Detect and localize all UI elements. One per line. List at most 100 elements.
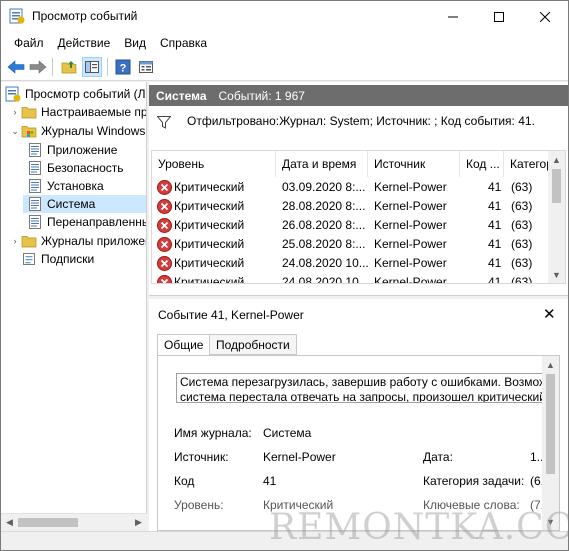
- critical-error-icon: [157, 256, 172, 271]
- filter-text: Отфильтровано:Журнал: System; Источник: …: [187, 114, 535, 128]
- description-line: Система перезагрузилась, завершив работу…: [180, 375, 551, 389]
- properties-icon: [139, 61, 153, 73]
- column-header-category[interactable]: Категор...: [504, 151, 563, 177]
- event-count: Событий: 1 967: [218, 88, 305, 103]
- cell-level: Критический: [174, 256, 245, 270]
- details-vertical-scrollbar[interactable]: ▲ ▼: [542, 356, 559, 530]
- expand-chevron-icon[interactable]: ›: [9, 107, 21, 117]
- tree-item-application[interactable]: Приложение: [27, 141, 117, 159]
- scroll-up-icon[interactable]: ▲: [543, 357, 558, 372]
- close-button[interactable]: [522, 1, 568, 32]
- scroll-thumb[interactable]: [552, 169, 561, 203]
- maximize-button[interactable]: [476, 1, 522, 32]
- back-button[interactable]: [6, 57, 26, 77]
- back-arrow-icon: [7, 60, 25, 74]
- cell-category: (63): [511, 237, 533, 251]
- cell-source: Kernel-Power: [374, 275, 447, 284]
- cell-category: (63): [511, 218, 533, 232]
- tree-item-forwarded-events[interactable]: Перенаправленные события: [27, 213, 147, 231]
- forward-button[interactable]: [28, 57, 48, 77]
- show-hide-tree-icon: [85, 61, 99, 73]
- svg-text:?: ?: [120, 63, 127, 75]
- tree-item-setup[interactable]: Установка: [27, 177, 104, 195]
- tab-general[interactable]: Общие: [157, 334, 211, 356]
- cell-event-id: 41: [488, 256, 502, 270]
- table-row[interactable]: Критический 26.08.2020 8:... Kernel-Powe…: [152, 216, 548, 235]
- folder-icon: [21, 236, 37, 248]
- tree-item-label: Система: [47, 197, 96, 211]
- tree-item-label: Приложение: [47, 143, 118, 157]
- event-details-header: Событие 41, Kernel-Power ✕: [149, 303, 568, 325]
- tree-item-system[interactable]: Система: [23, 195, 146, 213]
- table-row[interactable]: Критический 28.08.2020 8:... Kernel-Powe…: [152, 197, 548, 216]
- close-details-icon[interactable]: ✕: [543, 305, 556, 323]
- menu-view[interactable]: Вид: [117, 36, 153, 50]
- critical-error-icon: [157, 237, 172, 252]
- event-id-label: Код: [174, 474, 195, 488]
- cell-level: Критический: [174, 218, 245, 232]
- log-name-value: Система: [263, 426, 312, 440]
- critical-error-icon: [157, 199, 172, 214]
- scroll-down-icon[interactable]: ▼: [549, 267, 564, 282]
- events-table: Уровень Дата и время Источник Код ... Ка…: [151, 150, 566, 284]
- cell-date: 26.08.2020 8:...: [282, 218, 366, 232]
- toolbar-separator: [107, 58, 108, 76]
- cell-level: Критический: [174, 237, 245, 251]
- tree-item-custom-views[interactable]: › Настраиваемые представления: [9, 103, 147, 121]
- folder-icon: [21, 107, 37, 119]
- folder-up-button[interactable]: [59, 57, 79, 77]
- log-name-label: Имя журнала:: [174, 426, 252, 440]
- tree-horizontal-scrollbar[interactable]: ◀ ▶: [1, 513, 147, 530]
- properties-button[interactable]: [136, 57, 156, 77]
- subscriptions-icon: [23, 253, 35, 265]
- toolbar: ?: [1, 53, 568, 81]
- critical-error-icon: [157, 275, 172, 283]
- cell-event-id: 41: [488, 237, 502, 251]
- collapse-chevron-icon[interactable]: ⌄: [9, 126, 21, 137]
- table-row[interactable]: Критический 24.08.2020 10... Kernel-Powe…: [152, 254, 548, 273]
- expand-chevron-icon[interactable]: ›: [9, 236, 21, 246]
- menu-file[interactable]: Файл: [7, 36, 51, 50]
- tree-item-security[interactable]: Безопасность: [27, 159, 124, 177]
- scroll-thumb[interactable]: [18, 518, 78, 527]
- filter-icon: [157, 116, 171, 129]
- critical-error-icon: [157, 180, 172, 195]
- scroll-right-icon[interactable]: ▶: [131, 515, 146, 530]
- general-tab-panel: Система перезагрузилась, завершив работу…: [157, 355, 560, 531]
- help-button[interactable]: ?: [113, 57, 133, 77]
- tab-details[interactable]: Подробности: [209, 334, 297, 355]
- menu-action[interactable]: Действие: [51, 36, 118, 50]
- minimize-button[interactable]: [430, 1, 476, 32]
- tree-item-subscriptions[interactable]: Подписки: [21, 250, 94, 268]
- show-hide-tree-button[interactable]: [82, 57, 102, 77]
- main-pane: Система Событий: 1 967 Отфильтровано:Жур…: [149, 82, 568, 531]
- tree-item-app-service-logs[interactable]: › Журналы приложений и служб: [9, 232, 147, 250]
- tree-item-label: Перенаправленные события: [47, 215, 147, 229]
- table-row[interactable]: Критический 25.08.2020 8:... Kernel-Powe…: [152, 235, 548, 254]
- tree-root[interactable]: Просмотр событий (Локальный): [5, 85, 146, 103]
- source-label: Источник:: [174, 450, 229, 464]
- events-vertical-scrollbar[interactable]: ▲ ▼: [548, 151, 565, 283]
- pane-splitter[interactable]: [149, 295, 568, 299]
- menu-help[interactable]: Справка: [153, 36, 214, 50]
- cell-date: 25.08.2020 8:...: [282, 237, 366, 251]
- column-header-event-id[interactable]: Код ...: [460, 151, 504, 177]
- tree-item-windows-logs[interactable]: ⌄ Журналы Windows: [9, 122, 145, 140]
- cell-level: Критический: [174, 180, 245, 194]
- table-row[interactable]: Критический 03.09.2020 8:... Kernel-Powe…: [152, 178, 548, 197]
- event-description[interactable]: Система перезагрузилась, завершив работу…: [176, 373, 551, 403]
- table-row[interactable]: Критический 24.08.2020 10... Kernel-Powe…: [152, 273, 548, 284]
- column-header-source[interactable]: Источник: [368, 151, 460, 177]
- scroll-up-icon[interactable]: ▲: [549, 152, 564, 167]
- column-header-date[interactable]: Дата и время: [276, 151, 368, 177]
- cell-event-id: 41: [488, 275, 502, 284]
- scroll-left-icon[interactable]: ◀: [2, 515, 17, 530]
- filter-bar: Отфильтровано:Журнал: System; Источник: …: [149, 110, 568, 132]
- log-icon: [29, 179, 41, 193]
- log-title: Система: [156, 88, 207, 103]
- event-details-title: Событие 41, Kernel-Power: [158, 308, 304, 322]
- help-icon: ?: [115, 59, 131, 75]
- scroll-thumb[interactable]: [546, 374, 555, 474]
- log-icon: [29, 143, 41, 157]
- column-header-level[interactable]: Уровень: [152, 151, 276, 177]
